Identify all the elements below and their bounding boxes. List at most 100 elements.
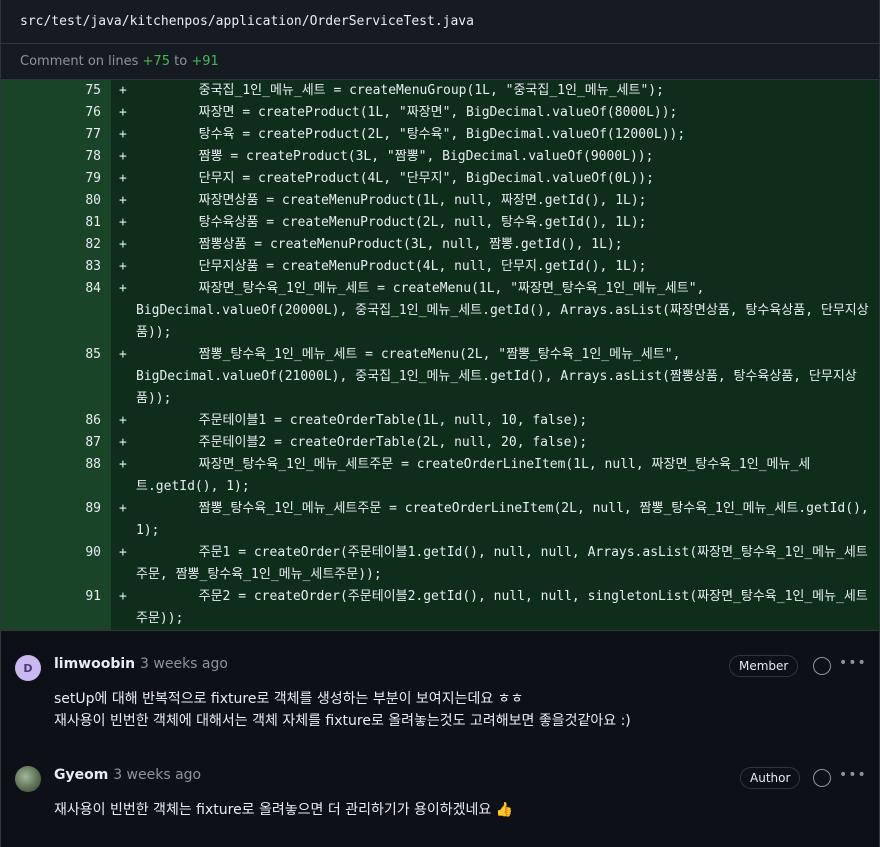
added-marker: + — [119, 347, 127, 362]
diff-line[interactable]: 78 + 짬뽕 = createProduct(3L, "짬뽕", BigDeci… — [1, 146, 879, 168]
code-text: 주문테이블1 = createOrderTable(1L, null, 10, … — [136, 413, 588, 428]
diff-line[interactable]: 81 + 탕수육상품 = createMenuProduct(2L, null, … — [1, 212, 879, 234]
file-path[interactable]: src/test/java/kitchenpos/application/Ord… — [20, 14, 474, 29]
code-text: 짜장면 = createProduct(1L, "짜장면", BigDecima… — [136, 105, 678, 120]
added-marker: + — [119, 457, 127, 472]
review-thread: src/test/java/kitchenpos/application/Ord… — [0, 0, 880, 847]
code-text-wrap: BigDecimal.valueOf(20000L), 중국집_1인_메뉴_세트… — [136, 303, 869, 318]
code-line: 짬뽕 = createProduct(3L, "짬뽕", BigDecimal.… — [136, 146, 871, 168]
line-number[interactable]: 87 — [1, 432, 101, 454]
line-number[interactable]: 86 — [1, 410, 101, 432]
code-text: 단무지상품 = createMenuProduct(4L, null, 단무지.… — [136, 259, 647, 274]
code-text: 탕수육상품 = createMenuProduct(2L, null, 탕수육.… — [136, 215, 647, 230]
line-number[interactable]: 76 — [1, 102, 101, 124]
code-text-wrap: 품)); — [136, 325, 172, 340]
code-line: 짜장면_탕수육_1인_메뉴_세트 = createMenu(1L, "짜장면_탕… — [136, 278, 871, 344]
code-line: 중국집_1인_메뉴_세트 = createMenuGroup(1L, "중국집_… — [136, 80, 871, 102]
smiley-icon[interactable] — [813, 769, 831, 787]
code-text: 짬뽕_탕수육_1인_메뉴_세트 = createMenu(2L, "짬뽕_탕수육… — [136, 347, 681, 362]
line-number[interactable]: 79 — [1, 168, 101, 190]
diff-hunk: 75 + 중국집_1인_메뉴_세트 = createMenuGroup(1L, "… — [1, 80, 879, 630]
code-line: 짬뽕_탕수육_1인_메뉴_세트 = createMenu(2L, "짬뽕_탕수육… — [136, 344, 871, 410]
code-text-wrap: BigDecimal.valueOf(21000L), 중국집_1인_메뉴_세트… — [136, 369, 857, 384]
code-line: 단무지상품 = createMenuProduct(4L, null, 단무지.… — [136, 256, 871, 278]
code-line: 탕수육상품 = createMenuProduct(2L, null, 탕수육.… — [136, 212, 871, 234]
added-marker: + — [119, 105, 127, 120]
diff-line[interactable]: 87 + 주문테이블2 = createOrderTable(2L, null, … — [1, 432, 879, 454]
author-name[interactable]: limwoobin — [54, 656, 135, 672]
comment-time[interactable]: 3 weeks ago — [140, 656, 228, 672]
line-number[interactable]: 75 — [1, 80, 101, 102]
code-text: 짬뽕상품 = createMenuProduct(3L, null, 짬뽕.ge… — [136, 237, 623, 252]
line-number[interactable]: 81 — [1, 212, 101, 234]
code-line: 탕수육 = createProduct(2L, "탕수육", BigDecima… — [136, 124, 871, 146]
code-text: 주문1 = createOrder(주문테이블1.getId(), null, … — [136, 545, 868, 560]
diff-line[interactable]: 91 + 주문2 = createOrder(주문테이블2.getId(), nu… — [1, 586, 879, 630]
code-line: 짜장면 = createProduct(1L, "짜장면", BigDecima… — [136, 102, 871, 124]
diff-line[interactable]: 88 + 짜장면_탕수육_1인_메뉴_세트주문 = createOrderLine… — [1, 454, 879, 498]
code-text: 짜장면_탕수육_1인_메뉴_세트 = createMenu(1L, "짜장면_탕… — [136, 281, 705, 296]
diff-line[interactable]: 77 + 탕수육 = createProduct(2L, "탕수육", BigDe… — [1, 124, 879, 146]
code-line: 주문2 = createOrder(주문테이블2.getId(), null, … — [136, 586, 871, 630]
code-line: 주문테이블2 = createOrderTable(2L, null, 20, … — [136, 432, 871, 454]
diff-line[interactable]: 75 + 중국집_1인_메뉴_세트 = createMenuGroup(1L, "… — [1, 80, 879, 102]
added-marker: + — [119, 149, 127, 164]
line-number[interactable]: 80 — [1, 190, 101, 212]
author-name[interactable]: Gyeom — [54, 767, 108, 783]
code-line: 단무지 = createProduct(4L, "단무지", BigDecima… — [136, 168, 871, 190]
added-marker: + — [119, 435, 127, 450]
added-marker: + — [119, 83, 127, 98]
smiley-icon[interactable] — [813, 657, 831, 675]
line-number[interactable]: 90 — [1, 542, 101, 564]
added-marker: + — [119, 589, 127, 604]
code-line: 짬뽕상품 = createMenuProduct(3L, null, 짬뽕.ge… — [136, 234, 871, 256]
diff-line[interactable]: 84 + 짜장면_탕수육_1인_메뉴_세트 = createMenu(1L, "짜… — [1, 278, 879, 344]
file-header[interactable]: src/test/java/kitchenpos/application/Ord… — [1, 0, 879, 44]
diff-line[interactable]: 89 + 짬뽕_탕수육_1인_메뉴_세트주문 = createOrderLineI… — [1, 498, 879, 542]
code-text: 주문2 = createOrder(주문테이블2.getId(), null, … — [136, 589, 868, 604]
code-line: 짜장면_탕수육_1인_메뉴_세트주문 = createOrderLineItem… — [136, 454, 871, 498]
line-number[interactable]: 83 — [1, 256, 101, 278]
line-number[interactable]: 77 — [1, 124, 101, 146]
code-text-wrap: 주문, 짬뽕_탕수육_1인_메뉴_세트주문)); — [136, 567, 382, 582]
kebab-horizontal-icon[interactable]: ••• — [839, 655, 867, 671]
comment-line-1: 재사용이 빈번한 객체는 fixture로 올려놓으면 더 관리하기가 용이하겠… — [54, 802, 514, 818]
added-marker: + — [119, 413, 127, 428]
line-number[interactable]: 84 — [1, 278, 101, 300]
code-text: 짬뽕_탕수육_1인_메뉴_세트주문 = createOrderLineItem(… — [136, 501, 869, 516]
code-line: 주문테이블1 = createOrderTable(1L, null, 10, … — [136, 410, 871, 432]
line-number[interactable]: 78 — [1, 146, 101, 168]
code-line: 주문1 = createOrder(주문테이블1.getId(), null, … — [136, 542, 871, 586]
author-badge: Author — [740, 767, 801, 789]
code-text-wrap: 1); — [136, 523, 160, 538]
line-number[interactable]: 91 — [1, 586, 101, 608]
avatar[interactable] — [15, 766, 41, 792]
line-number[interactable]: 82 — [1, 234, 101, 256]
line-sep: to — [174, 54, 188, 69]
added-marker: + — [119, 545, 127, 560]
avatar[interactable]: D — [15, 655, 41, 681]
diff-line[interactable]: 86 + 주문테이블1 = createOrderTable(1L, null, … — [1, 410, 879, 432]
diff-line[interactable]: 85 + 짬뽕_탕수육_1인_메뉴_세트 = createMenu(2L, "짬뽕… — [1, 344, 879, 410]
comment-time[interactable]: 3 weeks ago — [113, 767, 201, 783]
line-end: +91 — [191, 54, 219, 69]
code-text: 단무지 = createProduct(4L, "단무지", BigDecima… — [136, 171, 654, 186]
line-number[interactable]: 85 — [1, 344, 101, 366]
added-marker: + — [119, 237, 127, 252]
added-marker: + — [119, 127, 127, 142]
line-number[interactable]: 89 — [1, 498, 101, 520]
added-marker: + — [119, 215, 127, 230]
diff-line[interactable]: 90 + 주문1 = createOrder(주문테이블1.getId(), nu… — [1, 542, 879, 586]
diff-line[interactable]: 80 + 짜장면상품 = createMenuProduct(1L, null, … — [1, 190, 879, 212]
diff-line[interactable]: 76 + 짜장면 = createProduct(1L, "짜장면", BigDe… — [1, 102, 879, 124]
code-text-wrap: 주문)); — [136, 611, 184, 626]
diff-line[interactable]: 79 + 단무지 = createProduct(4L, "단무지", BigDe… — [1, 168, 879, 190]
diff-line[interactable]: 83 + 단무지상품 = createMenuProduct(4L, null, … — [1, 256, 879, 278]
comment-author: Gyeom 3 weeks ago — [54, 767, 201, 783]
added-marker: + — [119, 193, 127, 208]
code-text: 중국집_1인_메뉴_세트 = createMenuGroup(1L, "중국집_… — [136, 83, 664, 98]
line-number[interactable]: 88 — [1, 454, 101, 476]
diff-line[interactable]: 82 + 짬뽕상품 = createMenuProduct(3L, null, 짬… — [1, 234, 879, 256]
kebab-horizontal-icon[interactable]: ••• — [839, 767, 867, 783]
code-text: 탕수육 = createProduct(2L, "탕수육", BigDecima… — [136, 127, 686, 142]
